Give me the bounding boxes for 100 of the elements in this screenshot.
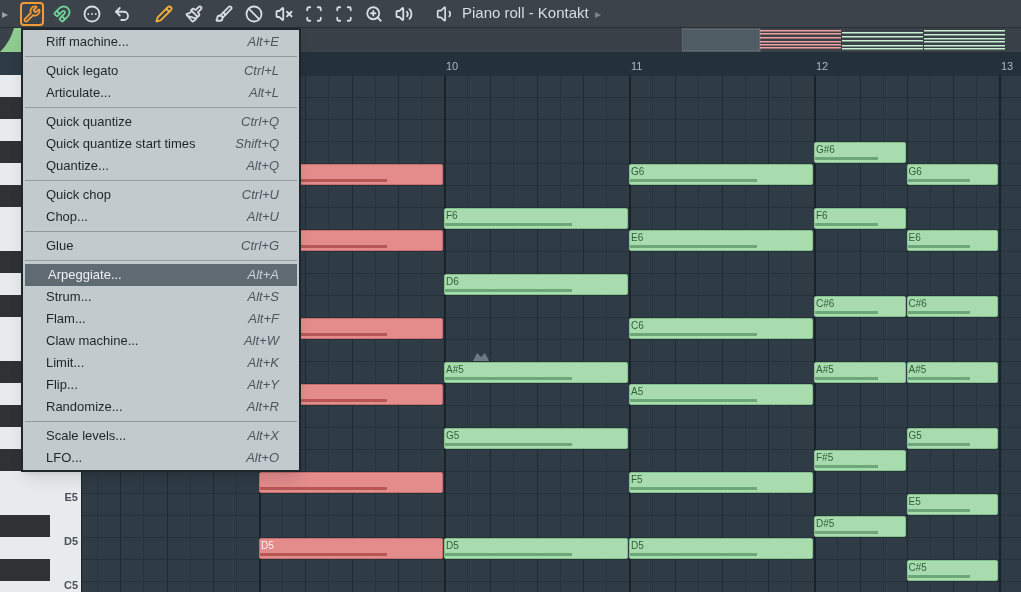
shortcut-label: Alt+K bbox=[247, 354, 279, 373]
note-block[interactable]: D5 bbox=[444, 538, 628, 559]
note-block[interactable]: D5 bbox=[629, 538, 813, 559]
note-label: G#6 bbox=[816, 144, 835, 155]
bar-number: 12 bbox=[816, 59, 829, 74]
note-block[interactable]: C6 bbox=[629, 318, 813, 339]
note-block[interactable]: E5 bbox=[906, 494, 998, 515]
menu-item-label: Strum... bbox=[46, 288, 92, 307]
note-label: E5 bbox=[908, 496, 921, 507]
note-label: G6 bbox=[908, 166, 922, 177]
note-block[interactable]: G6 bbox=[629, 164, 813, 185]
shortcut-label: Alt+E bbox=[247, 33, 279, 52]
menu-item[interactable]: Strum... Alt+S bbox=[25, 286, 297, 308]
note-label: D5 bbox=[631, 540, 644, 551]
menu-item[interactable]: Articulate... Alt+L bbox=[25, 82, 297, 104]
menu-item[interactable]: Flam... Alt+F bbox=[25, 308, 297, 330]
menu-item-label: Scale levels... bbox=[46, 427, 127, 446]
curve-drawing bbox=[0, 28, 22, 52]
note-block[interactable]: F6 bbox=[814, 208, 906, 229]
menu-item[interactable]: Quick chop Ctrl+U bbox=[25, 184, 297, 206]
note-label: F#5 bbox=[816, 452, 834, 463]
note-label: F5 bbox=[631, 474, 643, 485]
note-block[interactable]: G#6 bbox=[814, 142, 906, 163]
menu-item-label: Arpeggiate... bbox=[48, 266, 122, 285]
note-label: C#5 bbox=[908, 562, 927, 573]
menu-item-label: Quick legato bbox=[46, 62, 119, 81]
note-block[interactable]: C#6 bbox=[906, 296, 998, 317]
shortcut-label: Alt+W bbox=[243, 332, 279, 351]
note-label: C#6 bbox=[816, 298, 835, 309]
menu-item[interactable]: Flip... Alt+Y bbox=[25, 374, 297, 396]
expand-arrow[interactable]: ▸ bbox=[2, 4, 14, 23]
note-block[interactable]: D6 bbox=[444, 274, 628, 295]
menu-item[interactable]: Scale levels... Alt+X bbox=[25, 425, 297, 447]
bar-number: 11 bbox=[631, 59, 643, 74]
menu-item[interactable]: Chop... Alt+U bbox=[25, 206, 297, 228]
note-label: G5 bbox=[908, 430, 922, 441]
note-label: C6 bbox=[631, 320, 644, 331]
shortcut-label: Ctrl+Q bbox=[241, 113, 279, 132]
note-label: A#5 bbox=[908, 364, 927, 375]
note-block[interactable]: F6 bbox=[444, 208, 628, 229]
shortcut-label: Alt+X bbox=[247, 427, 279, 446]
shortcut-label: Shift+Q bbox=[235, 135, 279, 154]
note-block[interactable]: A#5 bbox=[444, 362, 628, 383]
note-label: A#5 bbox=[446, 364, 464, 375]
note-block[interactable]: A5 bbox=[629, 384, 813, 405]
shortcut-label: Ctrl+U bbox=[241, 186, 279, 205]
menu-item[interactable]: Quick quantize start times Shift+Q bbox=[25, 133, 297, 155]
menu-item[interactable]: Claw machine... Alt+W bbox=[25, 330, 297, 352]
note-block[interactable]: F5 bbox=[629, 472, 813, 493]
note-block[interactable]: C#6 bbox=[814, 296, 906, 317]
menu-item-label: Riff machine... bbox=[46, 33, 129, 52]
shortcut-label: Ctrl+G bbox=[241, 237, 279, 256]
note-label: E6 bbox=[631, 232, 644, 243]
note-label: D5 bbox=[261, 540, 274, 551]
note-label: A#5 bbox=[816, 364, 834, 375]
note-block[interactable]: F#5 bbox=[814, 450, 906, 471]
menu-item-label: Randomize... bbox=[46, 398, 123, 417]
menu-item[interactable]: Quantize... Alt+Q bbox=[25, 155, 297, 177]
bar-number: 13 bbox=[1001, 59, 1014, 74]
menu-item-label: Quick quantize start times bbox=[46, 135, 196, 154]
shortcut-label: Alt+R bbox=[246, 398, 279, 417]
menu-item[interactable]: Randomize... Alt+R bbox=[25, 396, 297, 418]
note-label: G6 bbox=[631, 166, 645, 177]
menu-item-label: LFO... bbox=[46, 449, 83, 468]
shortcut-label: Alt+U bbox=[246, 208, 279, 227]
shortcut-label: Alt+S bbox=[247, 288, 279, 307]
note-block[interactable]: D#5 bbox=[814, 516, 906, 537]
note-block[interactable]: E6 bbox=[629, 230, 813, 251]
menu-item[interactable]: LFO... Alt+O bbox=[25, 447, 297, 469]
note-label: A5 bbox=[631, 386, 644, 397]
shortcut-label: Alt+L bbox=[249, 84, 279, 103]
note-label: G5 bbox=[446, 430, 460, 441]
note-label: D5 bbox=[446, 540, 459, 551]
menu-item-label: Limit... bbox=[46, 354, 85, 373]
menu-item-label: Quick quantize bbox=[46, 113, 132, 132]
menu-item[interactable]: Quick quantize Ctrl+Q bbox=[25, 111, 297, 133]
note-block[interactable]: A#5 bbox=[906, 362, 998, 383]
wrench-icon[interactable] bbox=[20, 1, 44, 26]
key-label: D5 bbox=[63, 536, 78, 547]
window-title: Piano roll - Kontakt bbox=[462, 3, 589, 24]
note-block[interactable]: G5 bbox=[444, 428, 628, 449]
menu-item[interactable]: Arpeggiate... Alt+A bbox=[25, 264, 297, 286]
note-block[interactable]: A#5 bbox=[814, 362, 906, 383]
menu-item-label: Flam... bbox=[46, 310, 86, 329]
menu-item[interactable]: Quick legato Ctrl+L bbox=[25, 60, 297, 82]
note-label: D6 bbox=[446, 276, 459, 287]
note-block[interactable]: G6 bbox=[906, 164, 998, 185]
menu-item[interactable]: Limit... Alt+K bbox=[25, 352, 297, 374]
key-label: C5 bbox=[63, 580, 78, 591]
bar-number: 10 bbox=[446, 59, 459, 74]
note-block[interactable]: E6 bbox=[906, 230, 998, 251]
shortcut-label: Ctrl+L bbox=[243, 62, 279, 81]
shortcut-label: Alt+Y bbox=[247, 376, 279, 395]
title-arrow[interactable]: ▸ bbox=[594, 4, 601, 23]
note-block[interactable]: G5 bbox=[906, 428, 998, 449]
shortcut-label: Alt+A bbox=[247, 266, 279, 285]
note-label: E6 bbox=[908, 232, 921, 243]
menu-item[interactable]: Glue Ctrl+G bbox=[25, 235, 297, 257]
note-block[interactable]: C#5 bbox=[906, 560, 998, 581]
menu-item-label: Glue bbox=[46, 237, 74, 256]
